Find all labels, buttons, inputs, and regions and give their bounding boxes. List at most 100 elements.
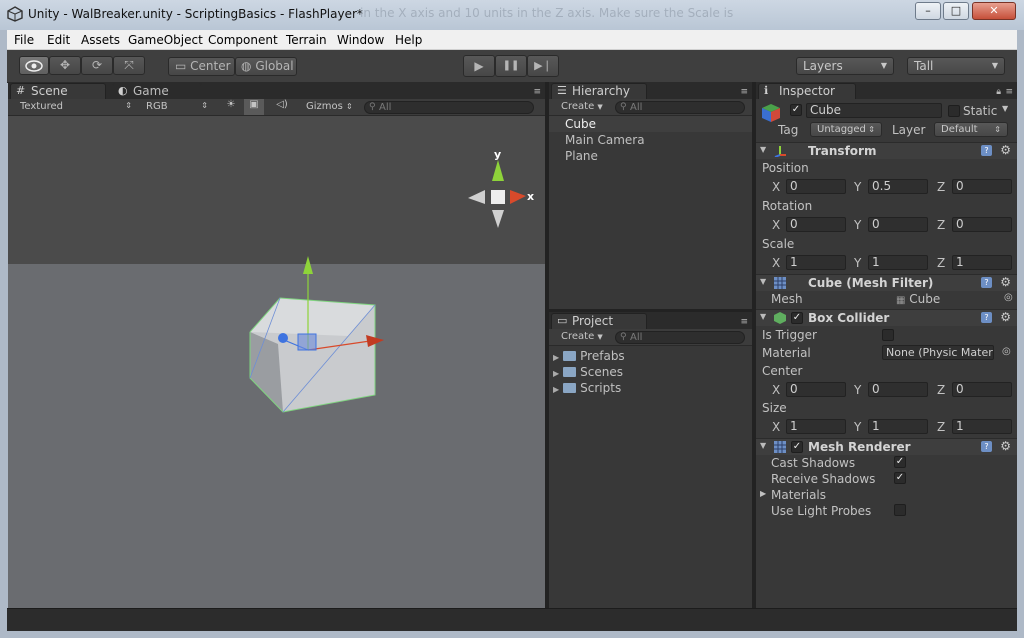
menu-assets[interactable]: Assets [81, 33, 120, 47]
hierarchy-item-cube[interactable]: Cube [549, 116, 752, 132]
layer-dropdown[interactable]: Default ⇕ [934, 122, 1008, 137]
lighting-toggle[interactable]: ☀ [222, 99, 240, 115]
position-z-field[interactable]: 0 [952, 179, 1012, 194]
view-tool-button[interactable] [19, 56, 49, 75]
audio-toggle[interactable]: ◁) [272, 99, 292, 115]
pivot-global-button[interactable]: ◍ Global [235, 57, 297, 76]
scale-x-field[interactable]: 1 [786, 255, 846, 270]
size-x-field[interactable]: 1 [786, 419, 846, 434]
panel-menu-icon[interactable]: ≡ [740, 87, 748, 97]
pivot-center-button[interactable]: ▭ Center [168, 57, 235, 76]
tab-inspector[interactable]: ℹ Inspector [758, 83, 856, 99]
rotation-x-field[interactable]: 0 [786, 217, 846, 232]
gizmo-plane-handle[interactable] [297, 333, 317, 351]
mesh-renderer-header[interactable]: ▼ ✓ Mesh Renderer ? ⚙ [756, 438, 1017, 455]
transform-header[interactable]: ▼ Transform ? ⚙ [756, 142, 1017, 159]
tab-project[interactable]: ▭ Project [551, 313, 647, 329]
scale-z-field[interactable]: 1 [952, 255, 1012, 270]
rotate-tool-button[interactable]: ⟳ [81, 56, 113, 75]
project-search-input[interactable]: ⚲ All [615, 331, 745, 344]
gear-icon[interactable]: ⚙ [1000, 143, 1011, 157]
is-trigger-checkbox[interactable] [882, 329, 894, 341]
materials-label[interactable]: Materials [771, 488, 826, 502]
tab-hierarchy[interactable]: ☰ Hierarchy [551, 83, 647, 99]
folder-scripts[interactable]: ▶ Scripts [553, 380, 621, 396]
orientation-neg-y-cone[interactable] [492, 210, 504, 228]
scale-tool-button[interactable]: ⤧ [113, 56, 145, 75]
collapse-arrow-icon[interactable]: ▼ [760, 312, 766, 321]
tab-scene[interactable]: # Scene [10, 83, 106, 99]
box-collider-header[interactable]: ▼ ✓ Box Collider ? ⚙ [756, 309, 1017, 326]
help-icon[interactable]: ? [981, 441, 992, 452]
expand-arrow-icon[interactable]: ▶ [760, 489, 766, 498]
menu-terrain[interactable]: Terrain [286, 33, 327, 47]
step-button[interactable]: ▶❘ [527, 55, 559, 77]
scene-viewport[interactable]: y x [8, 116, 545, 608]
center-z-field[interactable]: 0 [952, 382, 1012, 397]
expand-arrow-icon[interactable]: ▶ [553, 353, 559, 362]
object-active-checkbox[interactable]: ✓ [790, 104, 802, 116]
help-icon[interactable]: ? [981, 312, 992, 323]
play-button[interactable]: ▶ [463, 55, 495, 77]
hierarchy-item-plane[interactable]: Plane [565, 148, 598, 164]
tag-dropdown[interactable]: Untagged ⇕ [810, 122, 882, 137]
use-light-probes-checkbox[interactable] [894, 504, 906, 516]
mesh-object-field[interactable]: ▦ Cube [896, 292, 1006, 306]
rotation-y-field[interactable]: 0 [868, 217, 928, 232]
scale-y-field[interactable]: 1 [868, 255, 928, 270]
size-z-field[interactable]: 1 [952, 419, 1012, 434]
move-tool-button[interactable]: ✥ [49, 56, 81, 75]
menu-gameobject[interactable]: GameObject [128, 33, 203, 47]
mesh-filter-header[interactable]: ▼ Cube (Mesh Filter) ? ⚙ [756, 274, 1017, 291]
gizmo-y-handle[interactable] [303, 256, 313, 274]
orientation-x-cone[interactable] [510, 190, 526, 204]
physic-material-field[interactable]: None (Physic Mater [882, 345, 994, 360]
gear-icon[interactable]: ⚙ [1000, 439, 1011, 453]
help-icon[interactable]: ? [981, 277, 992, 288]
object-picker-icon[interactable]: ◎ [1004, 292, 1013, 303]
gizmos-dropdown[interactable]: Gizmos ⇕ [306, 101, 354, 112]
render-mode-dropdown[interactable]: Textured ⇕ [20, 101, 132, 112]
gear-icon[interactable]: ⚙ [1000, 275, 1011, 289]
hierarchy-create-dropdown[interactable]: Create ▼ [561, 101, 603, 112]
cast-shadows-checkbox[interactable]: ✓ [894, 456, 906, 468]
position-y-field[interactable]: 0.5 [868, 179, 928, 194]
menu-file[interactable]: File [14, 33, 34, 47]
menu-window[interactable]: Window [337, 33, 384, 47]
hierarchy-item-main-camera[interactable]: Main Camera [565, 132, 645, 148]
position-x-field[interactable]: 0 [786, 179, 846, 194]
object-name-input[interactable]: Cube [806, 103, 942, 118]
orientation-neg-x-cone[interactable] [468, 190, 485, 204]
center-x-field[interactable]: 0 [786, 382, 846, 397]
maximize-button[interactable]: □ [943, 2, 969, 20]
menu-component[interactable]: Component [208, 33, 278, 47]
static-dropdown-arrow-icon[interactable]: ▼ [1002, 104, 1008, 113]
receive-shadows-checkbox[interactable]: ✓ [894, 472, 906, 484]
tab-game[interactable]: ◐ Game [112, 83, 202, 99]
lock-icon[interactable]: 🔒︎ [996, 87, 1001, 97]
gizmo-z-handle[interactable] [278, 333, 288, 343]
mesh-renderer-enabled-checkbox[interactable]: ✓ [791, 441, 803, 453]
static-checkbox[interactable] [948, 105, 960, 117]
expand-arrow-icon[interactable]: ▶ [553, 385, 559, 394]
close-button[interactable]: ✕ [972, 2, 1016, 20]
color-mode-dropdown[interactable]: RGB ⇕ [146, 101, 208, 112]
menu-edit[interactable]: Edit [47, 33, 70, 47]
layout-dropdown[interactable]: Tall ▼ [907, 57, 1005, 75]
pause-button[interactable]: ❚❚ [495, 55, 527, 77]
folder-scenes[interactable]: ▶ Scenes [553, 364, 623, 380]
rotation-z-field[interactable]: 0 [952, 217, 1012, 232]
scene-fx-toggle[interactable]: ▣ [244, 99, 264, 115]
layers-dropdown[interactable]: Layers ▼ [796, 57, 894, 75]
menu-help[interactable]: Help [395, 33, 422, 47]
collapse-arrow-icon[interactable]: ▼ [760, 145, 766, 154]
center-y-field[interactable]: 0 [868, 382, 928, 397]
panel-menu-icon[interactable]: ≡ [1005, 87, 1013, 97]
collapse-arrow-icon[interactable]: ▼ [760, 441, 766, 450]
scene-search-input[interactable]: ⚲ All [364, 101, 534, 114]
collapse-arrow-icon[interactable]: ▼ [760, 277, 766, 286]
folder-prefabs[interactable]: ▶ Prefabs [553, 348, 625, 364]
minimize-button[interactable]: – [915, 2, 941, 20]
panel-menu-icon[interactable]: ≡ [533, 87, 541, 97]
orientation-y-cone[interactable] [492, 160, 504, 181]
